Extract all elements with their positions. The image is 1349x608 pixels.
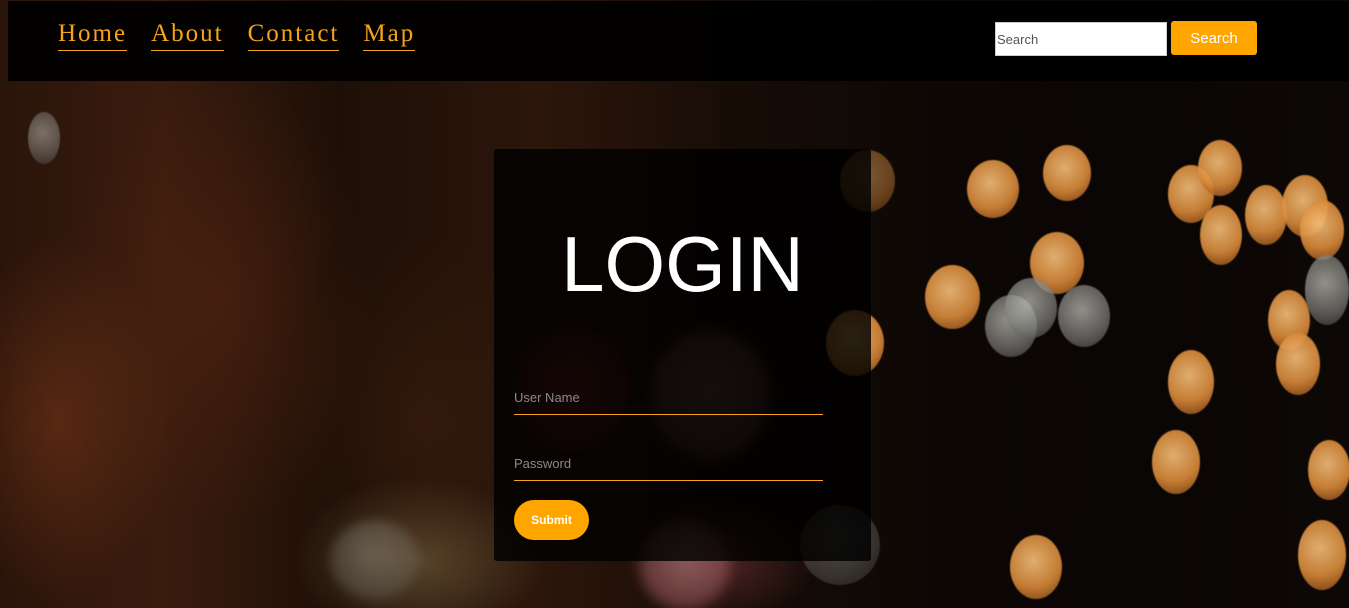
username-field[interactable] [514, 381, 823, 415]
navbar: Home About Contact Map Search [8, 1, 1349, 81]
login-title: LOGIN [561, 220, 804, 308]
nav-links: Home About Contact Map [58, 19, 416, 51]
login-card: LOGIN Submit [494, 149, 871, 561]
nav-link-map[interactable]: Map [363, 19, 416, 51]
page: Home About Contact Map Search LOGIN Subm… [0, 0, 1349, 608]
submit-button[interactable]: Submit [514, 500, 589, 540]
nav-link-about[interactable]: About [151, 19, 224, 51]
nav-link-home[interactable]: Home [58, 19, 128, 51]
search-input[interactable] [995, 22, 1167, 56]
password-field[interactable] [514, 447, 823, 481]
search-button[interactable]: Search [1171, 21, 1257, 55]
nav-link-contact[interactable]: Contact [247, 19, 340, 51]
